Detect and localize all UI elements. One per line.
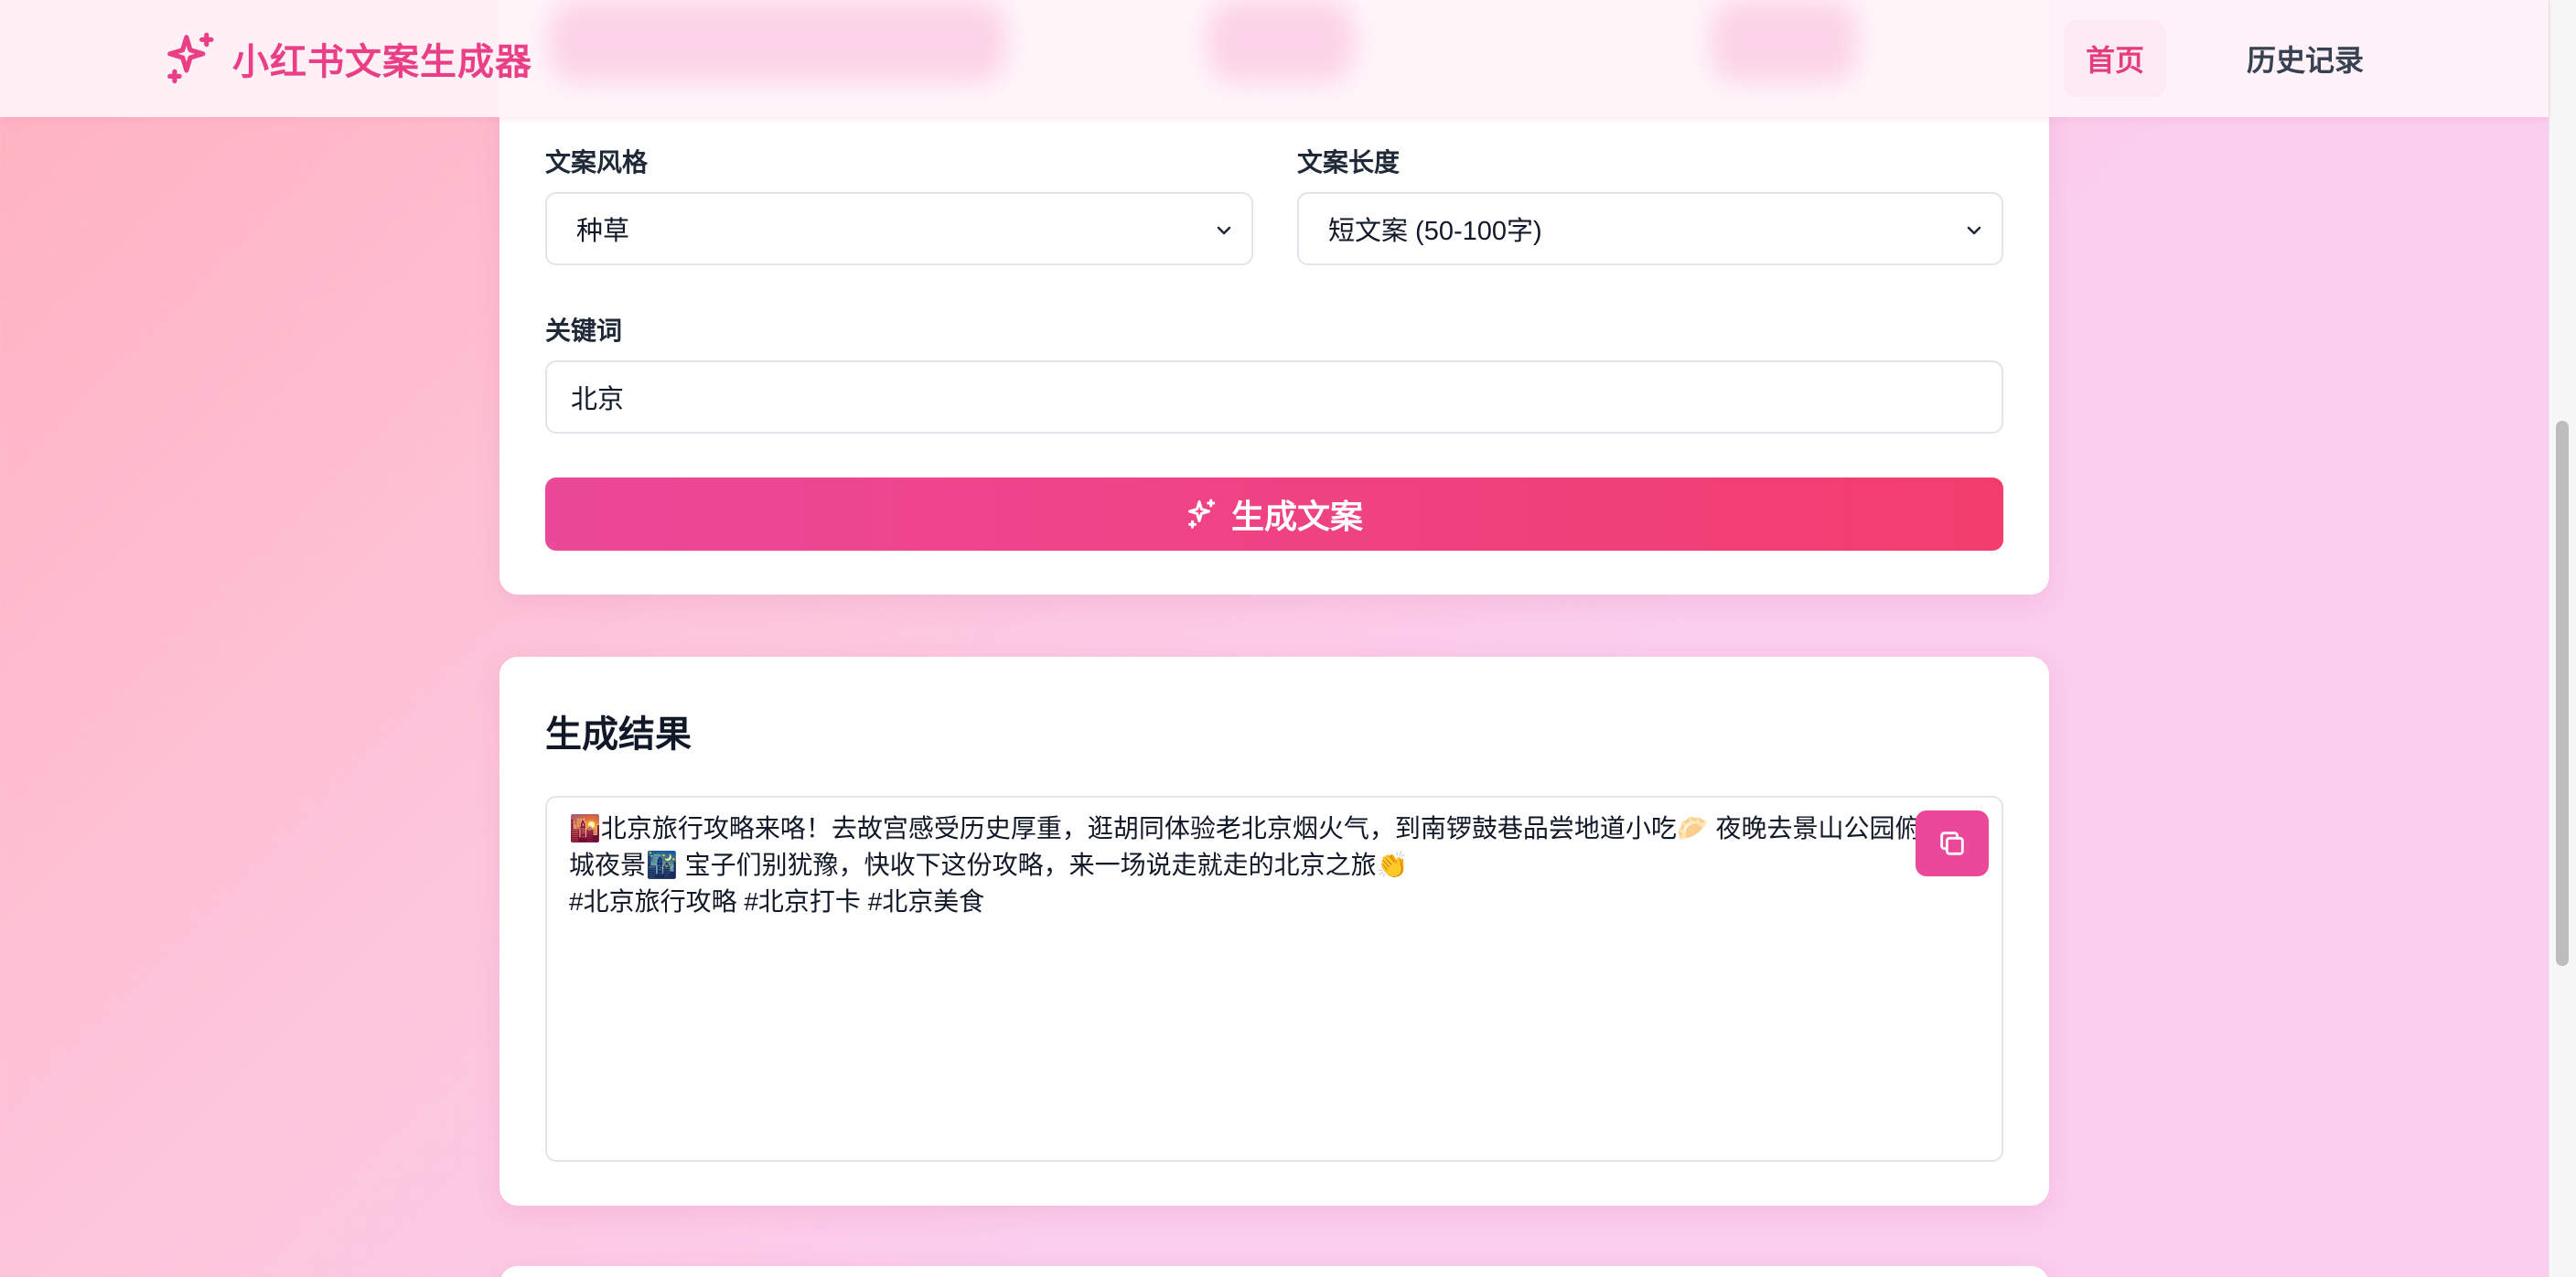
blurred-background-element <box>1208 0 1354 82</box>
top-navbar: 小红书文案生成器 首页 历史记录 <box>0 0 2549 117</box>
length-select-value: 短文案 (50-100字) <box>1328 217 1542 246</box>
blurred-background-element <box>1711 0 1857 82</box>
nav-history-link[interactable]: 历史记录 <box>2232 20 2378 97</box>
sparkles-icon <box>1187 499 1216 529</box>
sparkles-icon <box>167 32 214 84</box>
style-select-value: 种草 <box>576 217 630 246</box>
scrollbar-thumb[interactable] <box>2556 421 2569 966</box>
style-select[interactable]: 种草 <box>545 192 1253 265</box>
length-select[interactable]: 短文案 (50-100字) <box>1297 192 2003 265</box>
copy-icon <box>1940 832 1964 855</box>
result-text: 🌇北京旅行攻略来咯！去故宫感受历史厚重，逛胡同体验老北京烟火气，到南锣鼓巷品尝地… <box>569 810 1947 920</box>
copy-button[interactable] <box>1916 810 1989 876</box>
chevron-down-icon <box>1217 226 1231 235</box>
generate-button[interactable]: 生成文案 <box>545 478 2003 551</box>
result-text-line: 🌇北京旅行攻略来咯！去故宫感受历史厚重，逛胡同体验老北京烟火气，到南锣鼓巷品尝地… <box>569 814 1947 842</box>
result-textarea[interactable]: 🌇北京旅行攻略来咯！去故宫感受历史厚重，逛胡同体验老北京烟火气，到南锣鼓巷品尝地… <box>545 796 2003 1162</box>
result-card: 生成结果 🌇北京旅行攻略来咯！去故宫感受历史厚重，逛胡同体验老北京烟火气，到南锣… <box>499 657 2049 1206</box>
next-card <box>499 1266 2049 1277</box>
keyword-input[interactable]: 北京 <box>545 360 2003 434</box>
result-title: 生成结果 <box>545 714 692 755</box>
chevron-down-icon <box>1967 226 1981 235</box>
style-label: 文案风格 <box>545 148 649 177</box>
keyword-input-value: 北京 <box>571 385 625 414</box>
result-text-line: 城夜景🌃 宝子们别犹豫，快收下这份攻略，来一场说走就走的北京之旅👏 <box>569 851 1409 879</box>
nav-home-link[interactable]: 首页 <box>2064 20 2166 97</box>
length-label: 文案长度 <box>1297 148 1401 177</box>
app-title: 小红书文案生成器 <box>232 42 532 82</box>
blurred-background-element <box>549 0 1006 82</box>
keyword-label: 关键词 <box>545 317 623 345</box>
brand-logo-link[interactable]: 小红书文案生成器 <box>163 29 532 88</box>
result-hashtags: #北京旅行攻略 #北京打卡 #北京美食 <box>569 887 985 916</box>
generate-button-label: 生成文案 <box>1230 498 1363 535</box>
